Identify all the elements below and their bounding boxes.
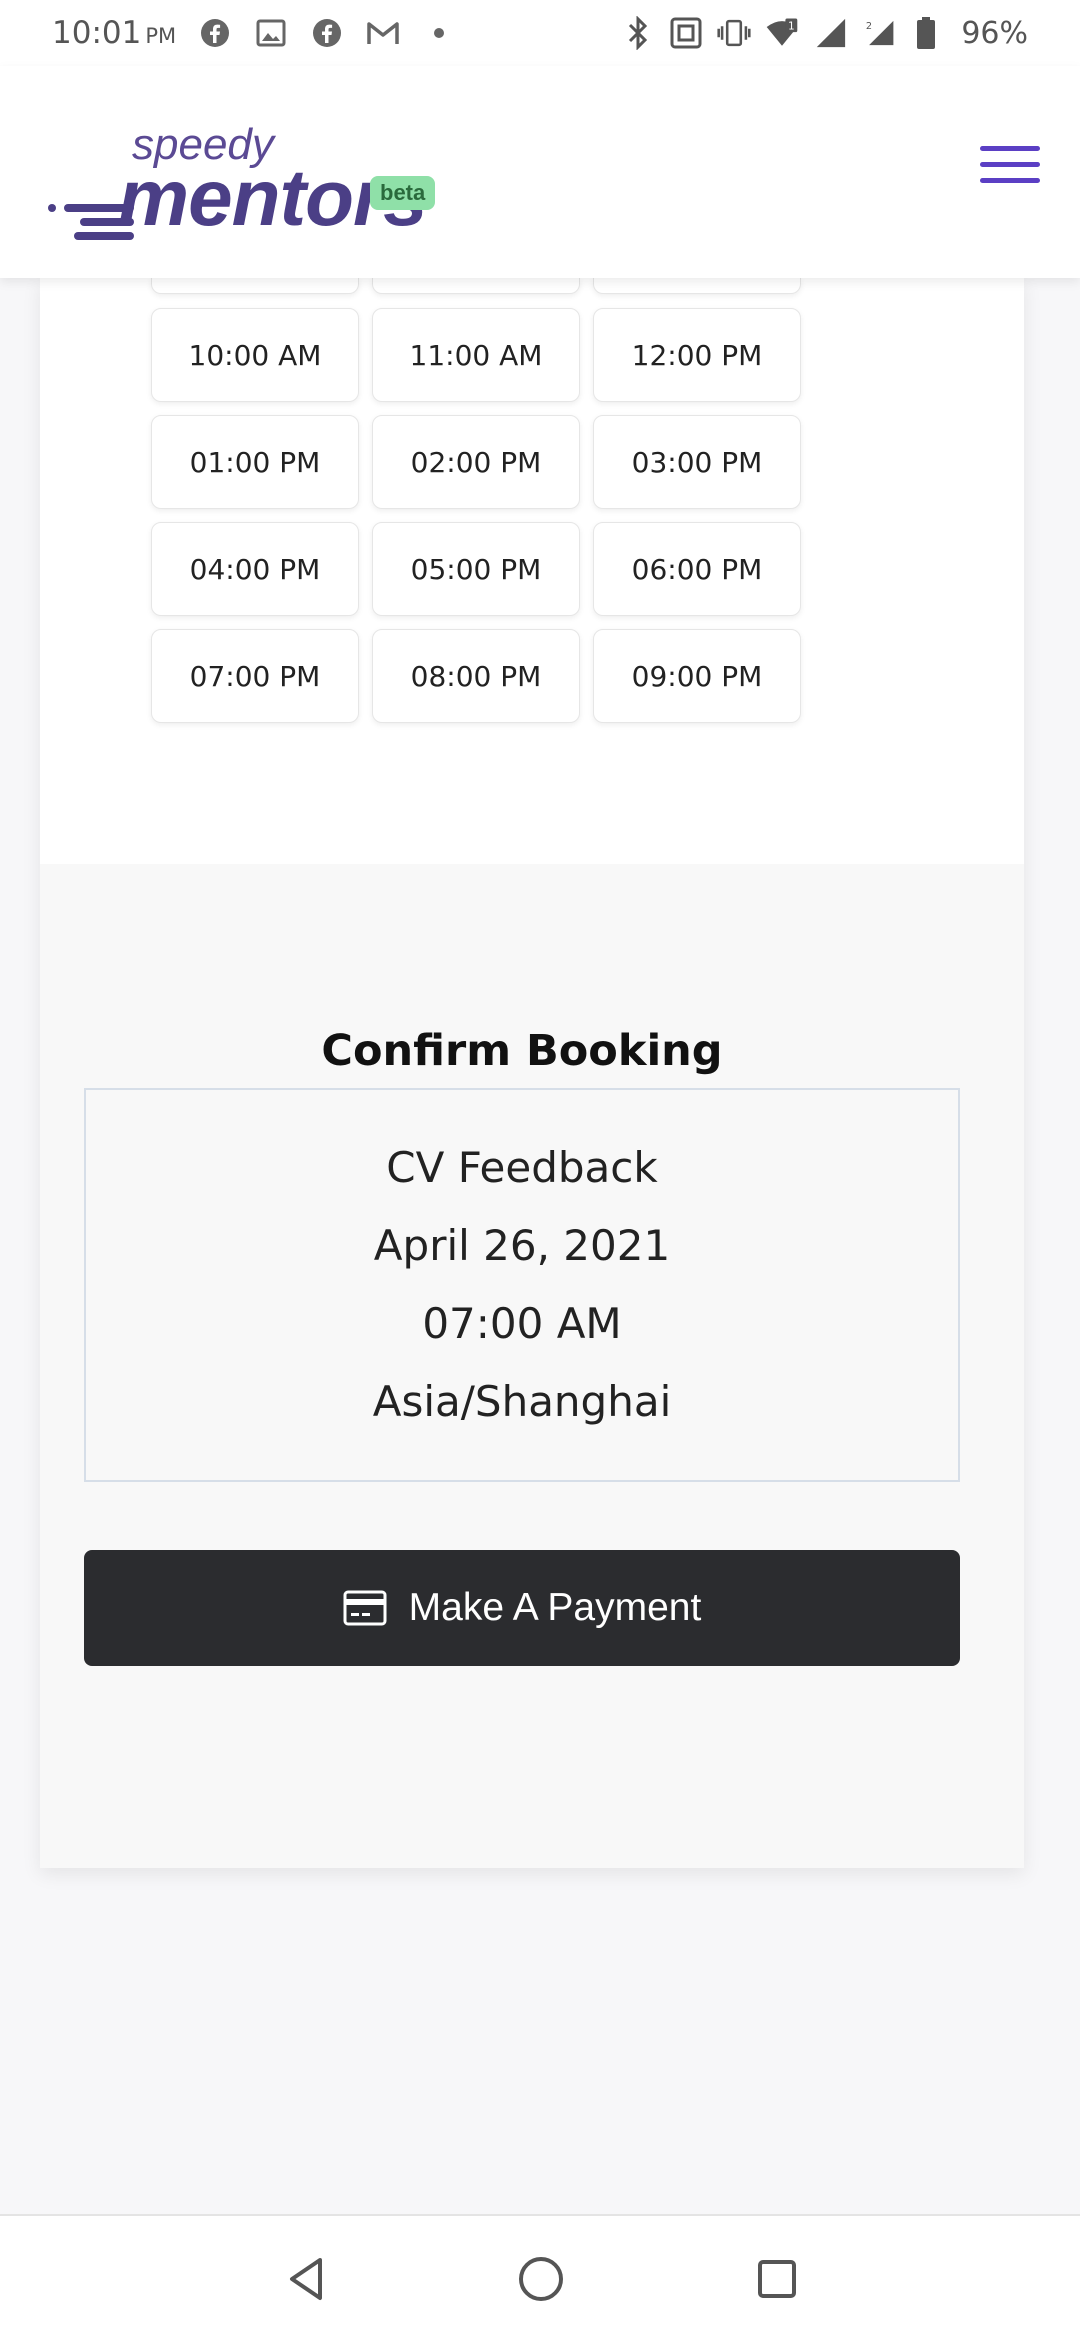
notification-dot-icon	[422, 16, 456, 50]
status-ampm: PM	[145, 24, 177, 48]
confirm-booking-title: Confirm Booking	[321, 1026, 723, 1076]
status-bar: 10:01 PM 1 2 96%	[0, 0, 1080, 66]
time-slot-partial[interactable]	[593, 278, 801, 294]
booking-date: April 26, 2021	[373, 1221, 671, 1270]
battery-percent: 96%	[961, 15, 1028, 51]
facebook-icon	[198, 16, 232, 50]
booking-timezone: Asia/Shanghai	[372, 1377, 672, 1426]
status-time: 10:01 PM	[52, 15, 176, 51]
signal-sim2-icon: 2	[861, 16, 895, 50]
battery-icon	[909, 16, 943, 50]
bluetooth-icon	[621, 16, 655, 50]
back-triangle-icon[interactable]	[282, 2254, 332, 2304]
make-payment-label: Make A Payment	[408, 1586, 702, 1629]
time-slot[interactable]: 11:00 AM	[372, 308, 580, 402]
gmail-icon	[366, 16, 400, 50]
booking-card: 10:00 AM 11:00 AM 12:00 PM 01:00 PM 02:0…	[40, 278, 1024, 1868]
time-slot[interactable]: 10:00 AM	[151, 308, 359, 402]
booking-summary-box: CV Feedback April 26, 2021 07:00 AM Asia…	[84, 1088, 960, 1482]
svg-text:2: 2	[866, 21, 872, 32]
time-slot[interactable]: 08:00 PM	[372, 629, 580, 723]
status-time-value: 10:01	[52, 15, 142, 51]
nfc-icon	[669, 16, 703, 50]
wifi-icon: 1	[765, 16, 799, 50]
time-slot-partial[interactable]	[151, 278, 359, 294]
booking-service: CV Feedback	[386, 1143, 658, 1192]
facebook-icon	[310, 16, 344, 50]
time-slot[interactable]: 07:00 PM	[151, 629, 359, 723]
time-slot[interactable]: 04:00 PM	[151, 522, 359, 616]
booking-time: 07:00 AM	[422, 1299, 622, 1348]
status-left: 10:01 PM	[52, 15, 456, 51]
time-slot[interactable]: 03:00 PM	[593, 415, 801, 509]
vibrate-icon	[717, 16, 751, 50]
time-slot[interactable]: 06:00 PM	[593, 522, 801, 616]
time-slot-partial[interactable]	[372, 278, 580, 294]
recents-square-icon[interactable]	[752, 2254, 802, 2304]
screen: 10:01 PM 1 2 96% speedy mentors beta 10:…	[0, 0, 1080, 2340]
time-slot[interactable]: 12:00 PM	[593, 308, 801, 402]
system-nav-bar	[0, 2214, 1080, 2340]
app-header: speedy mentors beta	[0, 66, 1080, 278]
status-right: 1 2 96%	[621, 16, 1028, 51]
logo[interactable]: speedy mentors beta	[46, 118, 466, 278]
time-slot[interactable]: 05:00 PM	[372, 522, 580, 616]
make-payment-button[interactable]: Make A Payment	[84, 1550, 960, 1666]
home-circle-icon[interactable]	[516, 2254, 566, 2304]
gallery-icon	[254, 16, 288, 50]
beta-badge: beta	[370, 176, 436, 210]
signal-sim1-icon	[813, 16, 847, 50]
confirm-booking-section: Confirm Booking CV Feedback April 26, 20…	[40, 864, 1024, 1868]
time-slot[interactable]: 02:00 PM	[372, 415, 580, 509]
time-slot[interactable]: 01:00 PM	[151, 415, 359, 509]
time-slot[interactable]: 09:00 PM	[593, 629, 801, 723]
credit-card-icon	[343, 1590, 387, 1626]
svg-text:1: 1	[788, 22, 794, 33]
hamburger-menu-icon[interactable]	[980, 146, 1040, 190]
